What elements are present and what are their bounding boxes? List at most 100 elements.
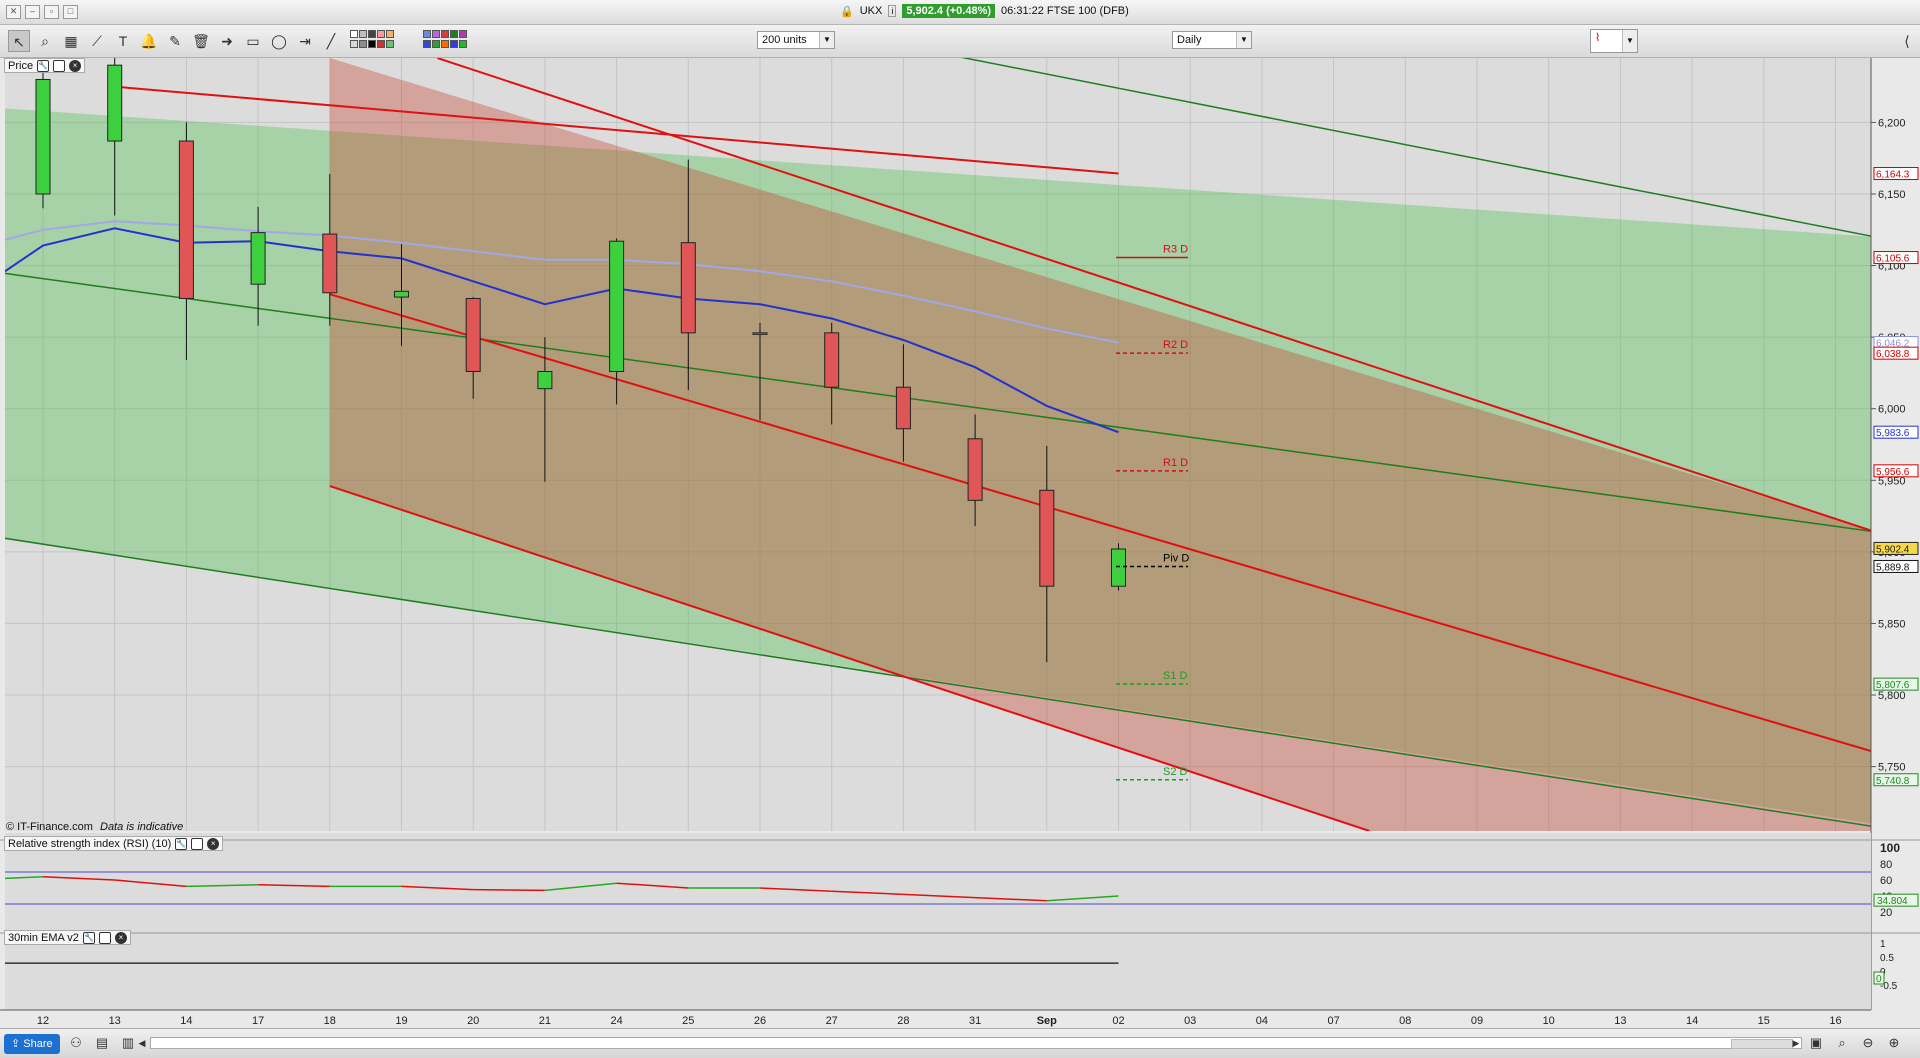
- ema-pane-label: 30min EMA v2 🔧 ×: [4, 930, 131, 945]
- maximize-pane-icon[interactable]: [191, 837, 204, 850]
- zoom-in-icon[interactable]: ⊕: [1886, 1035, 1902, 1051]
- link-icon[interactable]: ⚇: [68, 1035, 84, 1051]
- close-pane-icon[interactable]: ×: [114, 931, 127, 944]
- layout-icon[interactable]: ▤: [94, 1035, 110, 1051]
- price-change-chip: 5,902.4 (+0.48%): [902, 4, 996, 18]
- date-axis-bg: [0, 1010, 1920, 1028]
- date-axis: 12 13 14 17 18 19 20 21 24 25 26 27 28 31 Sep 02 03 04 07 0…: [0, 1009, 1920, 1028]
- color-swatch[interactable]: [441, 40, 449, 48]
- date-tick-label: 12: [37, 1015, 49, 1027]
- color-swatch[interactable]: [423, 40, 431, 48]
- restore-window-button[interactable]: ▫: [44, 5, 59, 19]
- info-icon[interactable]: i: [888, 5, 897, 17]
- chevron-down-icon: ▼: [819, 32, 834, 48]
- color-swatch[interactable]: [377, 30, 385, 38]
- zoom-tool-icon[interactable]: ⌕: [34, 30, 56, 52]
- ema-label-text: 30min EMA v2: [8, 931, 79, 944]
- ellipse-tool-icon[interactable]: ◯: [268, 30, 290, 52]
- date-tick-label: 14: [180, 1015, 192, 1027]
- close-pane-icon[interactable]: ×: [69, 59, 82, 72]
- text-tool-icon[interactable]: T: [112, 30, 134, 52]
- candle-up: [609, 240, 625, 372]
- wrench-icon[interactable]: 🔧: [37, 59, 50, 72]
- date-tick-label: 25: [682, 1015, 694, 1027]
- date-tick-label: 02: [1112, 1015, 1124, 1027]
- ruler-tool-icon[interactable]: ✎: [164, 30, 186, 52]
- chevron-down-icon: ▼: [1236, 32, 1251, 48]
- minimize-window-button[interactable]: –: [25, 5, 40, 19]
- date-tick-label: 03: [1184, 1015, 1196, 1027]
- bottom-bar: ⇪ Share ⚇ ▤ ▥ ◀ ▶ ▣ ⌕ ⊖ ⊕: [0, 1028, 1920, 1058]
- autoscale-icon[interactable]: ▣: [1808, 1035, 1824, 1051]
- color-swatch[interactable]: [432, 30, 440, 38]
- chart-style-icon[interactable]: ▦: [60, 30, 82, 52]
- wrench-icon[interactable]: 🔧: [175, 837, 188, 850]
- instrument-name: UKX: [859, 5, 883, 17]
- color-swatch[interactable]: [368, 30, 376, 38]
- share-label: Share: [23, 1038, 53, 1050]
- watermark-text: © IT-Finance.com: [6, 821, 93, 833]
- rsi-pane-label: Relative strength index (RSI) (10) 🔧 ×: [4, 836, 224, 851]
- date-tick-label: 13: [109, 1015, 121, 1027]
- date-tick-label: 21: [539, 1015, 551, 1027]
- window-lock-icon: 🔒: [840, 5, 854, 18]
- horizontal-line-icon[interactable]: ⇥: [294, 30, 316, 52]
- price-tick-label: 6,150: [1878, 189, 1906, 201]
- price-chart[interactable]: R3 D R2 D R1 D Piv D S1 D S2 D 6,200 6,150 6,10…: [0, 58, 1920, 1028]
- color-swatch[interactable]: [386, 30, 394, 38]
- scroll-right-icon[interactable]: ▶: [1788, 1035, 1804, 1051]
- color-swatch[interactable]: [423, 30, 431, 38]
- color-swatch[interactable]: [350, 40, 358, 48]
- date-tick-label: 09: [1471, 1015, 1483, 1027]
- color-swatch[interactable]: [368, 40, 376, 48]
- scroll-left-icon[interactable]: ◀: [134, 1035, 150, 1051]
- collapse-panel-icon[interactable]: ⟨: [1896, 30, 1918, 52]
- arrow-tool-icon[interactable]: ➜: [216, 30, 238, 52]
- color-swatch[interactable]: [459, 40, 467, 48]
- time-title: 06:31:22 FTSE 100 (DFB): [1001, 5, 1129, 17]
- zoom-out-icon[interactable]: ⊖: [1860, 1035, 1876, 1051]
- date-tick-label: 28: [897, 1015, 909, 1027]
- color-swatch[interactable]: [450, 30, 458, 38]
- close-pane-icon[interactable]: ×: [207, 837, 220, 850]
- rectangle-tool-icon[interactable]: ▭: [242, 30, 264, 52]
- scrollbar-thumb[interactable]: [1731, 1039, 1793, 1049]
- price-tag-text: 5,902.4: [1876, 544, 1910, 555]
- alert-bell-icon[interactable]: 🔔: [138, 30, 160, 52]
- maximize-pane-icon[interactable]: [53, 59, 66, 72]
- price-tick-label: 5,750: [1878, 762, 1906, 774]
- price-tag-text: 5,983.6: [1876, 428, 1910, 439]
- date-tick-label: 17: [252, 1015, 264, 1027]
- color-swatch[interactable]: [386, 40, 394, 48]
- trash-icon[interactable]: 🗑: [190, 30, 212, 52]
- color-swatch[interactable]: [459, 30, 467, 38]
- period-select[interactable]: Daily ▼: [1172, 31, 1252, 49]
- color-swatch[interactable]: [450, 40, 458, 48]
- trend-line-icon[interactable]: ╱: [320, 30, 342, 52]
- share-button[interactable]: ⇪ Share: [4, 1034, 60, 1054]
- color-swatch[interactable]: [350, 30, 358, 38]
- date-tick-label: 18: [324, 1015, 336, 1027]
- maximize-window-button[interactable]: □: [63, 5, 78, 19]
- close-window-button[interactable]: ✕: [6, 5, 21, 19]
- price-tag-text: 6,164.3: [1876, 170, 1910, 181]
- color-swatch[interactable]: [359, 40, 367, 48]
- color-swatch[interactable]: [377, 40, 385, 48]
- color-swatch[interactable]: [441, 30, 449, 38]
- indicator-select[interactable]: ⌇ ▼: [1590, 29, 1638, 53]
- indicative-text: Data is indicative: [100, 821, 184, 833]
- color-swatch[interactable]: [432, 40, 440, 48]
- pointer-tool-icon[interactable]: ↖: [8, 30, 30, 52]
- price-tag-text: 5,807.6: [1876, 680, 1910, 691]
- candle-down: [1039, 489, 1055, 587]
- units-select[interactable]: 200 units ▼: [757, 31, 835, 49]
- magnify-icon[interactable]: ⌕: [1834, 1035, 1850, 1051]
- maximize-pane-icon[interactable]: [98, 931, 111, 944]
- wrench-icon[interactable]: 🔧: [82, 931, 95, 944]
- raff-channel-icon[interactable]: ⟋: [86, 30, 108, 52]
- indicator-chart-icon: ⌇: [1595, 32, 1601, 44]
- horizontal-scrollbar[interactable]: [150, 1037, 1802, 1049]
- units-select-value: 200 units: [762, 34, 807, 46]
- price-tick-label: 5,850: [1878, 618, 1906, 630]
- color-swatch[interactable]: [359, 30, 367, 38]
